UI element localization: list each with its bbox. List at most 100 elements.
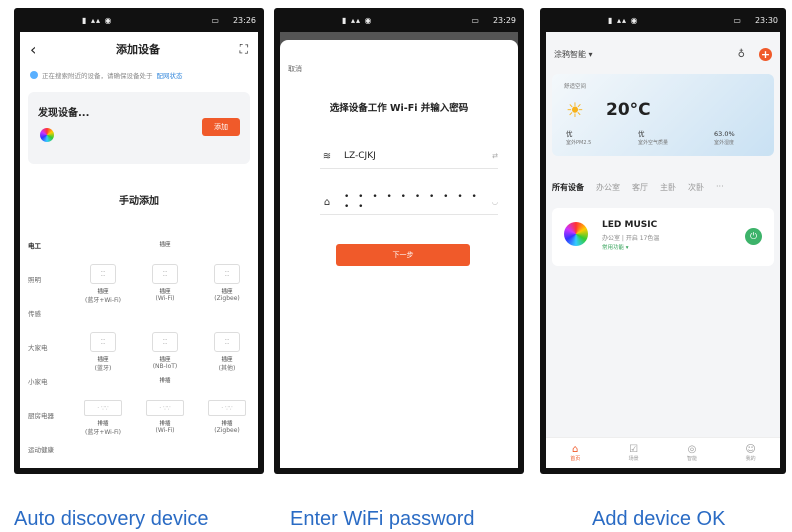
section-label: 插座 <box>159 242 171 248</box>
category-cells: 插座 <box>72 230 258 248</box>
item-protocol: (Wi-Fi) <box>155 427 175 434</box>
item-name: 插座 <box>97 289 109 295</box>
screen: 涂鸦智能 ▾ ♁ + 舒适空间 ☀ 20°C 优 室外PM2.5 优 室外空气质… <box>546 32 780 468</box>
status-bar: ▮ ▴▴ ◉ ▭ 23:29 <box>274 8 524 32</box>
item-protocol: (蓝牙+Wi-Fi) <box>84 297 122 304</box>
smart-icon: ◎ <box>687 444 697 455</box>
metric-humidity: 63.0% 室外湿度 <box>714 130 735 148</box>
next-button[interactable]: 下一步 <box>336 244 470 266</box>
password-field[interactable]: ⌂ • • • • • • • • • • • • ◡ <box>320 190 498 215</box>
category-row: 照明 ⁚⁚ 插座 (蓝牙+Wi-Fi) ⁚⁚ 插座 (Wi-Fi) ⁚⁚ 插座 (Zigbee) <box>20 264 258 304</box>
page-title: 添加设备 <box>116 43 160 56</box>
caption-device-added: Add device OK <box>592 508 726 530</box>
add-device-icon[interactable]: + <box>759 47 772 61</box>
socket-icon: ⁚⁚ <box>90 332 116 352</box>
metric-label: 室外湿度 <box>714 140 735 146</box>
metric-air-quality: 优 室外空气质量 <box>638 130 668 148</box>
socket-item[interactable]: ⁚⁚ 插座 (Wi-Fi) <box>137 264 193 304</box>
room-tab[interactable]: 办公室 <box>596 182 620 193</box>
item-protocol: (Zigbee) <box>214 295 240 302</box>
category-cells: · ∵∵ 排插 (蓝牙+Wi-Fi) · ∵∵ 排插 (Wi-Fi) · ∵∵ 排插 (Zigb… <box>72 400 258 436</box>
power-icon[interactable]: ⏻ <box>745 228 762 245</box>
phone-enter-wifi: ▮ ▴▴ ◉ ▭ 23:29 取消 选择设备工作 Wi-Fi 并输入密码 ≋ L… <box>274 8 524 474</box>
manual-add-title: 手动添加 <box>119 196 159 207</box>
switch-network-icon[interactable]: ⇄ <box>492 152 498 160</box>
caption-enter-wifi: Enter WiFi password <box>290 508 475 530</box>
nav-label: 场景 <box>628 456 639 462</box>
power-strip-item[interactable]: · ∵∵ 排插 (蓝牙+Wi-Fi) <box>75 400 131 436</box>
searching-icon <box>30 71 38 79</box>
status-time: 23:26 <box>232 15 256 25</box>
room-tab[interactable]: 主卧 <box>660 182 676 193</box>
nav-item[interactable]: ◎ 智能 <box>687 444 697 462</box>
home-selector[interactable]: 涂鸦智能 ▾ <box>554 49 738 60</box>
room-tab[interactable]: 所有设备 <box>552 182 584 193</box>
signal-icon: ▮ ▴▴ ◉ <box>82 15 113 25</box>
power-strip-item[interactable]: · ∵∵ 排插 (Wi-Fi) <box>137 400 193 436</box>
add-button[interactable]: 添加 <box>202 118 240 136</box>
category-label[interactable]: 大家电 <box>20 332 72 352</box>
socket-icon: ⁚⁚ <box>152 264 178 284</box>
home-header: 涂鸦智能 ▾ ♁ + <box>554 46 772 62</box>
nav-item[interactable]: ☺ 我的 <box>745 444 755 462</box>
microphone-icon[interactable]: ♁ <box>738 49 745 60</box>
screen: ‹ 添加设备 ⛶ 正在搜索附近的设备，请确保设备处于 配网状态 发现设备... … <box>20 32 258 468</box>
home-icon: ⌂ <box>572 444 579 455</box>
metric-label: 室外空气质量 <box>638 140 669 146</box>
category-label[interactable]: 传感 <box>20 298 72 318</box>
room-tab[interactable]: ··· <box>716 182 724 193</box>
metric-label: 室外PM2.5 <box>566 140 592 146</box>
metric-value: 63.0% <box>714 130 735 138</box>
item-name: 排插 <box>159 421 171 427</box>
socket-icon: ⁚⁚ <box>214 332 240 352</box>
signal-icon: ▮ ▴▴ ◉ <box>342 15 373 25</box>
hint-text: 正在搜索附近的设备，请确保设备处于 <box>42 72 153 80</box>
socket-item[interactable]: ⁚⁚ 插座 (Zigbee) <box>199 264 255 304</box>
ssid-field[interactable]: ≋ LZ-CJKJ ⇄ <box>320 144 498 169</box>
category-label[interactable]: 运动健康 <box>20 434 72 454</box>
signal-icon: ▮ ▴▴ ◉ <box>608 15 639 25</box>
item-name: 排插 <box>221 421 233 427</box>
device-meta: 办公室 | 开启 17色温 <box>602 235 660 242</box>
device-card[interactable]: LED MUSIC 办公室 | 开启 17色温 常用功能 ▾ ⏻ <box>552 208 774 266</box>
category-label[interactable]: 电工 <box>20 230 72 250</box>
category-label[interactable]: 厨房电器 <box>20 400 72 420</box>
nav-item[interactable]: ☑ 场景 <box>629 444 639 462</box>
nav-item[interactable]: ⌂ 首页 <box>570 444 580 462</box>
section-label: 排插 <box>159 378 171 384</box>
common-functions[interactable]: 常用功能 ▾ <box>602 243 629 251</box>
eye-icon[interactable]: ◡ <box>492 198 498 206</box>
caption-auto-discovery: Auto discovery device <box>14 508 209 530</box>
item-name: 插座 <box>221 289 233 295</box>
item-protocol: (Zigbee) <box>214 427 240 434</box>
category-row: 厨房电器 · ∵∵ 排插 (蓝牙+Wi-Fi) · ∵∵ 排插 (Wi-Fi) · ∵∵ 排插(… <box>20 400 258 436</box>
scan-icon[interactable]: ⛶ <box>240 42 248 57</box>
cancel-link[interactable]: 取消 <box>288 64 302 74</box>
room-tab[interactable]: 次卧 <box>688 182 704 193</box>
rgb-bulb-icon <box>564 222 588 246</box>
battery-icon: ▭ <box>733 15 741 25</box>
room-tabs: 所有设备 办公室 客厅 主卧 次卧 ··· <box>552 182 774 193</box>
power-strip-icon: · ∵∵ <box>208 400 246 416</box>
status-time: 23:30 <box>754 15 778 25</box>
hint-link[interactable]: 配网状态 <box>157 70 183 80</box>
profile-icon: ☺ <box>745 444 756 455</box>
item-name: 插座 <box>159 289 171 295</box>
phone-auto-discovery: ▮ ▴▴ ◉ ▭ 23:26 ‹ 添加设备 ⛶ 正在搜索附近的设备，请确保设备处… <box>14 8 264 474</box>
power-strip-item[interactable]: · ∵∵ 排插 (Zigbee) <box>199 400 255 436</box>
item-name: 插座 <box>97 357 109 363</box>
search-hint: 正在搜索附近的设备，请确保设备处于 配网状态 <box>20 66 258 84</box>
password-value: • • • • • • • • • • • • <box>344 192 480 212</box>
status-bar: ▮ ▴▴ ◉ ▭ 23:26 <box>14 8 264 32</box>
category-label[interactable]: 照明 <box>20 264 72 284</box>
wifi-sheet: 取消 选择设备工作 Wi-Fi 并输入密码 ≋ LZ-CJKJ ⇄ ⌂ • • … <box>280 40 518 468</box>
room-tab[interactable]: 客厅 <box>632 182 648 193</box>
socket-item[interactable]: ⁚⁚ 插座 (蓝牙+Wi-Fi) <box>75 264 131 304</box>
wifi-icon: ≋ <box>322 150 332 162</box>
category-label[interactable]: 小家电 <box>20 366 72 386</box>
bottom-nav: ⌂ 首页 ☑ 场景 ◎ 智能 ☺ 我的 <box>546 437 780 468</box>
screen: 取消 选择设备工作 Wi-Fi 并输入密码 ≋ LZ-CJKJ ⇄ ⌂ • • … <box>280 32 518 468</box>
socket-icon: ⁚⁚ <box>152 332 178 352</box>
header: ‹ 添加设备 ⛶ <box>20 32 258 66</box>
metric-value: 优 <box>566 130 573 138</box>
